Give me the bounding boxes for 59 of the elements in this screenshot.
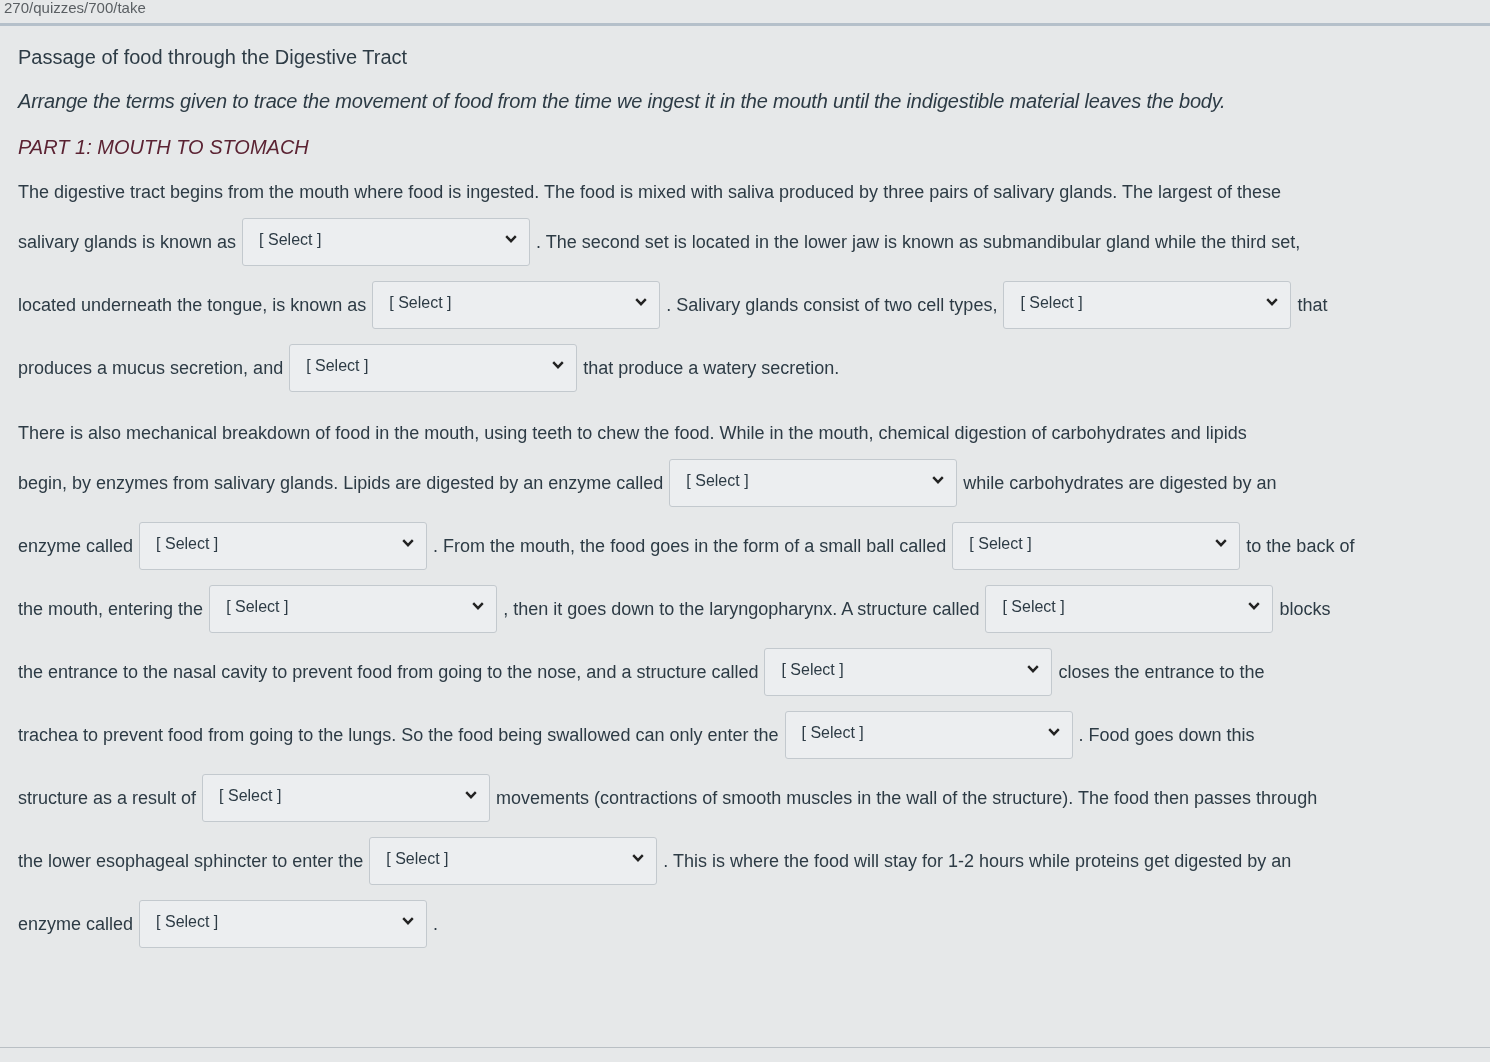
passage-text: . From the mouth, the food goes in the form of a small ball called — [433, 535, 947, 557]
passage-text: . The second set is located in the lower jaw is known as submandibular gland while the third set, — [536, 231, 1301, 253]
select-dropdown[interactable]: [ Select ] — [289, 344, 578, 392]
passage-text: that produce a watery secretion. — [583, 357, 840, 379]
select-dropdown[interactable]: [ Select ] — [1003, 281, 1292, 329]
chevron-down-icon — [472, 602, 485, 610]
passage-text: closes the entrance to the — [1058, 661, 1265, 683]
chevron-down-icon — [402, 917, 415, 925]
passage-text: the lower esophageal sphincter to enter the — [18, 850, 364, 872]
select-dropdown[interactable]: [ Select ] — [372, 281, 661, 329]
passage-text: . — [433, 913, 439, 935]
passage-text: enzyme called — [18, 535, 134, 557]
chevron-down-icon — [552, 361, 565, 369]
question-title: Passage of food through the Digestive Tract — [18, 45, 408, 69]
select-dropdown[interactable]: [ Select ] — [369, 837, 658, 885]
select-dropdown[interactable]: [ Select ] — [952, 522, 1241, 570]
passage-text: , then it goes down to the laryngopharynx. A structure called — [503, 598, 980, 620]
part-heading: PART 1: MOUTH TO STOMACH — [18, 135, 309, 159]
chevron-down-icon — [1248, 602, 1261, 610]
passage-text: enzyme called — [18, 913, 134, 935]
passage-text: the mouth, entering the — [18, 598, 204, 620]
chevron-down-icon — [632, 854, 645, 862]
passage-text: the entrance to the nasal cavity to prevent food from going to the nose, and a structure called — [18, 661, 759, 683]
passage-text: blocks — [1279, 598, 1331, 620]
passage-text: . This is where the food will stay for 1-2 hours while proteins get digested by an — [663, 850, 1292, 872]
select-dropdown[interactable]: [ Select ] — [764, 648, 1053, 696]
passage-text: The digestive tract begins from the mouth where food is ingested. The food is mixed with saliva produced by three pairs of salivary glands. The largest of these — [18, 181, 1281, 203]
select-dropdown[interactable]: [ Select ] — [669, 459, 958, 507]
select-dropdown[interactable]: [ Select ] — [784, 711, 1073, 759]
passage-text: salivary glands is known as — [18, 231, 237, 253]
chevron-down-icon — [932, 476, 945, 484]
passage-text: while carbohydrates are digested by an — [963, 472, 1277, 494]
chevron-down-icon — [1215, 539, 1228, 547]
chevron-down-icon — [635, 298, 648, 306]
select-dropdown[interactable]: [ Select ] — [209, 585, 498, 633]
passage-text: movements (contractions of smooth muscles in the wall of the structure). The food then passes through — [496, 787, 1318, 809]
select-dropdown[interactable]: [ Select ] — [202, 774, 491, 822]
passage-text: begin, by enzymes from salivary glands. Lipids are digested by an enzyme called — [18, 472, 664, 494]
chevron-down-icon — [505, 235, 518, 243]
passage-text: located underneath the tongue, is known as — [18, 294, 367, 316]
instructions-text: Arrange the terms given to trace the movement of food from the time we ingest it in the mouth until the indigestible material leaves the body. — [18, 89, 1226, 113]
select-dropdown[interactable]: [ Select ] — [242, 218, 531, 266]
passage-text: produces a mucus secretion, and — [18, 357, 284, 379]
chevron-down-icon — [1266, 298, 1279, 306]
passage-text: trachea to prevent food from going to the lungs. So the food being swallowed can only enter the — [18, 724, 779, 746]
chevron-down-icon — [1047, 728, 1060, 736]
select-dropdown[interactable]: [ Select ] — [139, 900, 428, 948]
select-dropdown[interactable]: [ Select ] — [139, 522, 428, 570]
passage-text: to the back of — [1246, 535, 1355, 557]
passage-text: structure as a result of — [18, 787, 197, 809]
select-dropdown[interactable]: [ Select ] — [985, 585, 1274, 633]
chevron-down-icon — [465, 791, 478, 799]
passage-text: There is also mechanical breakdown of food in the mouth, using teeth to chew the food. While in the mouth, chemical digestion of carbohydrates and lipids — [18, 422, 1247, 444]
passage-text: . Food goes down this — [1078, 724, 1255, 746]
chevron-down-icon — [1027, 665, 1040, 673]
chevron-down-icon — [402, 539, 415, 547]
passage-text: that — [1297, 294, 1328, 316]
url-text: 270/quizzes/700/take — [3, 0, 147, 16]
passage-text: . Salivary glands consist of two cell types, — [666, 294, 998, 316]
